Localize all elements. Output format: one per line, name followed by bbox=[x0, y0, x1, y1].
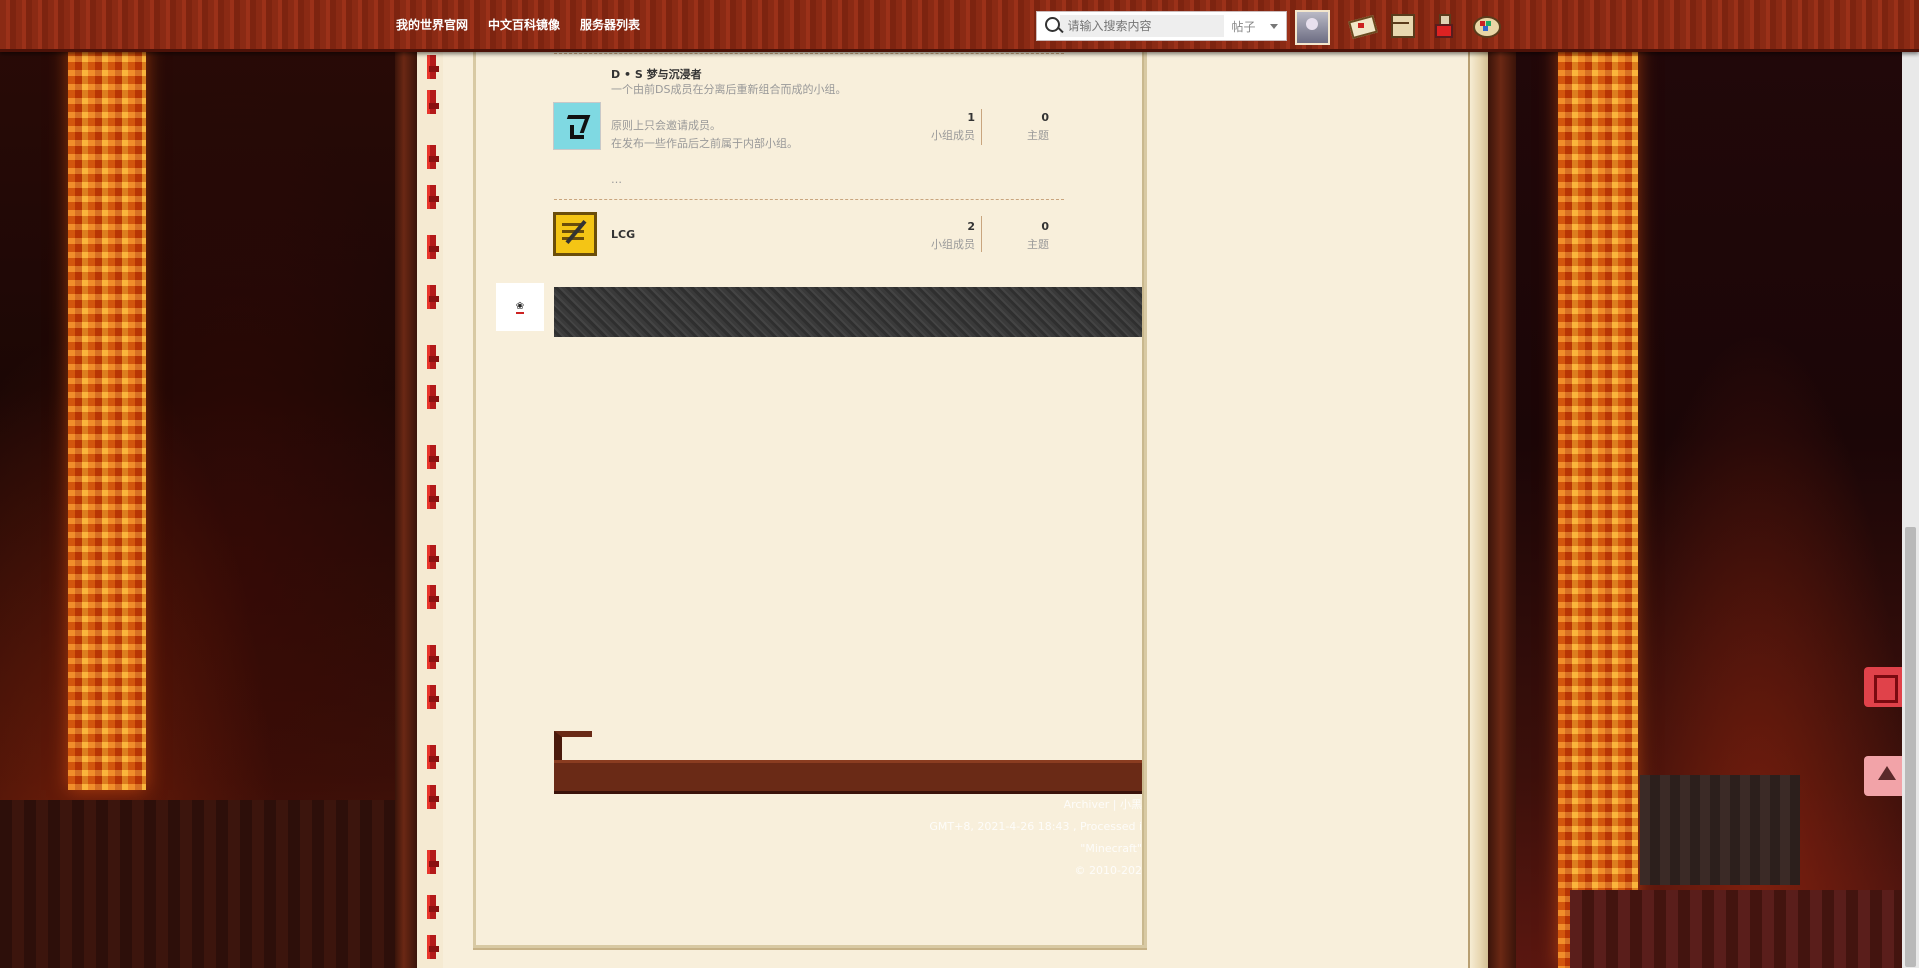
group-description: 一个由前DS成员在分离后重新组合而成的小组。 bbox=[611, 83, 847, 96]
search-icon[interactable] bbox=[1037, 12, 1060, 40]
divider bbox=[554, 53, 1064, 54]
stat-divider bbox=[981, 109, 982, 145]
topics-count: 0 bbox=[1041, 111, 1049, 124]
members-label: 小组成员 bbox=[931, 238, 975, 251]
members-label: 小组成员 bbox=[931, 129, 975, 142]
footer-links: Archiver | 小黑 bbox=[929, 794, 1142, 816]
frame-left-border bbox=[395, 0, 417, 968]
stat-divider bbox=[981, 216, 982, 252]
frame-right-inner bbox=[1468, 0, 1490, 968]
user-avatar[interactable] bbox=[1295, 10, 1330, 45]
message-letter-icon[interactable] bbox=[1347, 12, 1375, 38]
topics-stat: 0 主题 bbox=[999, 111, 1049, 143]
footer-trademark: "Minecraft" bbox=[1080, 842, 1142, 855]
group-note: 在发布一些作品后之前属于内部小组。 bbox=[611, 137, 798, 150]
group-note: 原则上只会邀请成员。 bbox=[611, 119, 721, 132]
topics-label: 主题 bbox=[1027, 238, 1049, 251]
footer-copyright: © 2010-202 bbox=[1074, 864, 1142, 877]
group-lcg-icon[interactable] bbox=[553, 212, 597, 256]
footer-link-separator: | bbox=[1112, 798, 1117, 811]
top-navigation-bar: 我的世界官网 中文百科镜像 服务器列表 帖子 bbox=[0, 0, 1919, 52]
nav-link-server-list[interactable]: 服务器列表 bbox=[580, 16, 640, 33]
footer-bar-decoration bbox=[554, 760, 1142, 794]
chevron-down-icon bbox=[1270, 23, 1278, 29]
group-name[interactable]: LCG bbox=[611, 228, 635, 241]
members-count: 1 bbox=[967, 111, 975, 124]
potion-icon[interactable] bbox=[1430, 12, 1458, 38]
search-box: 帖子 bbox=[1036, 11, 1287, 41]
lavafall-left bbox=[68, 0, 146, 790]
lavafall-right bbox=[1558, 0, 1638, 968]
page-scrollbar[interactable] bbox=[1902, 0, 1919, 968]
members-stat: 2 小组成员 bbox=[921, 220, 975, 252]
sponsor-logo[interactable]: ❀ bbox=[496, 283, 544, 331]
site-footer: Archiver | 小黑 GMT+8, 2021-4-26 18:43 , P… bbox=[929, 794, 1142, 882]
nav-link-official-site[interactable]: 我的世界官网 bbox=[396, 16, 468, 33]
topics-label: 主题 bbox=[1027, 129, 1049, 142]
stone-ledge-right bbox=[1640, 775, 1800, 885]
topics-count: 0 bbox=[1041, 220, 1049, 233]
netherrack-ledge-right bbox=[1570, 890, 1910, 968]
scrollbar-thumb[interactable] bbox=[1905, 527, 1916, 967]
members-count: 2 bbox=[967, 220, 975, 233]
footer-link-archiver[interactable]: Archiver bbox=[1064, 798, 1110, 811]
group-note-ellipsis: … bbox=[611, 173, 622, 186]
group-name[interactable]: D • S 梦与沉浸者 bbox=[611, 66, 702, 82]
divider bbox=[554, 199, 1064, 200]
top-nav-links: 我的世界官网 中文百科镜像 服务器列表 bbox=[396, 16, 640, 33]
search-scope-value: 帖子 bbox=[1231, 19, 1256, 34]
members-stat: 1 小组成员 bbox=[921, 111, 975, 143]
group-ds-icon[interactable] bbox=[553, 102, 601, 150]
palette-icon[interactable] bbox=[1471, 12, 1501, 38]
netherrack-ledge-left bbox=[0, 800, 395, 968]
frame-right-border bbox=[1488, 0, 1516, 968]
arrow-up-icon bbox=[1878, 766, 1896, 780]
bedrock-banner bbox=[554, 287, 1142, 337]
notification-icon bbox=[1874, 675, 1898, 703]
background-left bbox=[0, 0, 395, 968]
search-input[interactable] bbox=[1059, 15, 1224, 37]
crafting-box-icon[interactable] bbox=[1388, 12, 1416, 38]
decorative-chain bbox=[417, 0, 443, 968]
topics-stat: 0 主题 bbox=[999, 220, 1049, 252]
footer-link-mobile[interactable]: 小黑 bbox=[1120, 798, 1142, 811]
footer-timestamp: GMT+8, 2021-4-26 18:43 , Processed i bbox=[929, 820, 1142, 833]
search-scope-select[interactable]: 帖子 bbox=[1224, 18, 1287, 35]
nav-link-wiki-mirror[interactable]: 中文百科镜像 bbox=[488, 16, 560, 33]
